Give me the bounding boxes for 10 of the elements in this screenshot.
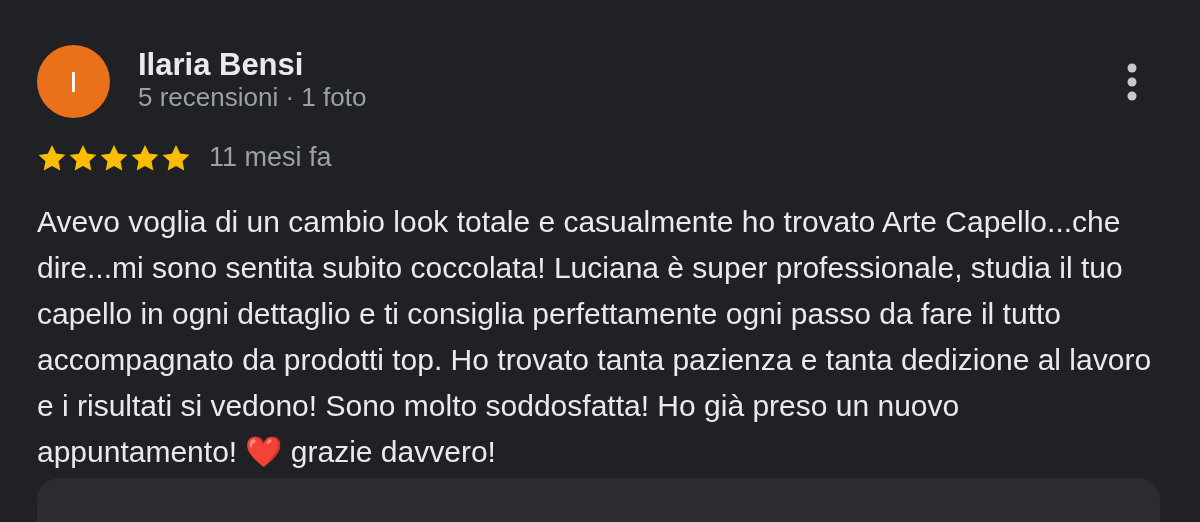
star-icon <box>99 143 129 172</box>
star-icon <box>130 143 160 172</box>
star-icon <box>161 143 191 172</box>
author-name[interactable]: Ilaria Bensi <box>138 48 367 82</box>
author-meta: 5 recensioni · 1 foto <box>138 82 367 112</box>
star-icon <box>37 143 67 172</box>
more-options-icon[interactable] <box>1126 62 1138 102</box>
star-icon <box>68 143 98 172</box>
review-text: Avevo voglia di un cambio look totale e casualmente ho trovato Arte Capello...che dire...mi sono sentita subito coccolata! Luciana è super professionale, studia il tuo capello in ogni dettaglio e ti consiglia perfettamente ogni passo da fare il tutto accompagnato da prodotti top. Ho trovato tanta pazienza e tanta dedizione al lavoro e i risultati si vedono! Sono molto soddosfatta! Ho già preso un nuovo appuntamento! ❤ grazie davvero! <box>37 204 1153 470</box>
review-date: 11 mesi fa <box>209 142 332 173</box>
